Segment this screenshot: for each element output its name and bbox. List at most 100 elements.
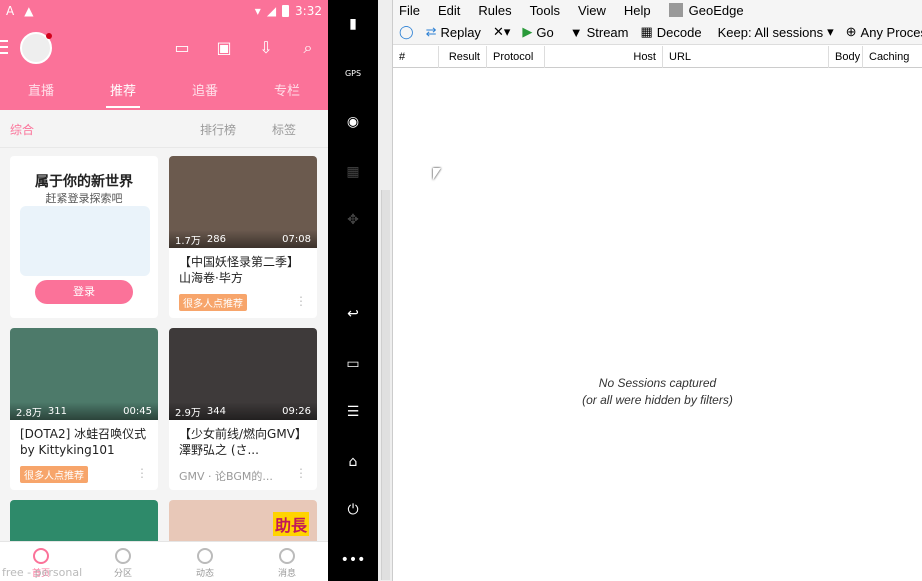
video-card[interactable]: 2.8万 311 00:45 [DOTA2] 冰蛙召唤仪式by Kittykin… (10, 328, 158, 490)
android-emulator-screen: A ▲ ▾ ◢ 3:32 ▭ ▣ ⇩ ⌕ 直播 推荐 追番 专栏 综合 排行榜 … (0, 0, 328, 581)
status-time: 3:32 (295, 4, 322, 18)
column-body[interactable]: Body (829, 46, 863, 68)
column-number[interactable]: # (393, 46, 439, 68)
video-title: 【中国妖怪录第二季】山海卷·毕方 (179, 255, 300, 285)
ranking-link[interactable]: 排行榜 (200, 121, 236, 138)
video-card[interactable]: 2.9万 344 09:26 【少女前线/燃向GMV】澤野弘之 (さ... GM… (169, 328, 317, 490)
home-icon[interactable]: ⌂ (338, 450, 368, 474)
column-protocol[interactable]: Protocol (487, 46, 545, 68)
geoedge-label: GeoEdge (688, 2, 744, 18)
promo-title: 属于你的新世界 (35, 174, 133, 190)
remove-button[interactable]: ✕▾ (487, 24, 516, 40)
nav-categories-label: 分区 (113, 569, 132, 579)
geoedge-icon (668, 3, 683, 17)
nav-dynamics-label: 动态 (195, 569, 214, 579)
battery-icon (282, 5, 290, 17)
decode-icon: ▦ (640, 24, 653, 39)
play-icon: ▶ (522, 24, 533, 39)
menu-geoedge[interactable]: GeoEdge (668, 2, 744, 18)
promo-subtitle: 赶紧登录探索吧 (45, 192, 123, 205)
danmaku-count: 286 (206, 233, 226, 245)
camera-icon[interactable]: ◉ (338, 110, 368, 134)
column-url[interactable]: URL (663, 46, 829, 68)
column-result[interactable]: Result (439, 46, 487, 68)
back-icon[interactable]: ↩ (338, 302, 368, 326)
tab-bangumi[interactable]: 追番 (164, 74, 246, 110)
game-center-icon[interactable]: ▭ (172, 38, 192, 58)
login-button[interactable]: 登录 (35, 280, 133, 304)
filter-general[interactable]: 综合 (10, 121, 34, 138)
tags-link[interactable]: 标签 (272, 121, 296, 138)
column-host[interactable]: Host (545, 46, 663, 68)
search-icon[interactable]: ⌕ (298, 38, 318, 58)
danmaku-count: 344 (206, 405, 226, 417)
thumbnail-overlay-text: 助長 (272, 512, 309, 536)
home-icon (33, 548, 49, 564)
menu-rules[interactable]: Rules (478, 3, 511, 18)
fiddler-window: File Edit Rules Tools View Help GeoEdge … (393, 0, 922, 581)
nav-messages-label: 消息 (277, 569, 296, 579)
menu-view[interactable]: View (578, 3, 606, 18)
splitter-scrollbar[interactable] (378, 0, 393, 581)
go-button[interactable]: ▶ Go (516, 24, 559, 40)
login-promo-card: 属于你的新世界 赶紧登录探索吧 登录 (10, 156, 158, 318)
keep-sessions-label: Keep: All sessions (717, 24, 824, 40)
empty-line-2: (or all were hidden by filters) (582, 393, 733, 407)
menu-bar: File Edit Rules Tools View Help GeoEdge (393, 0, 922, 20)
video-source: GMV · 论BGM的... (179, 470, 273, 483)
empty-line-1: No Sessions captured (598, 376, 717, 390)
replay-label: Replay (440, 24, 481, 40)
replay-icon: ⇄ (425, 24, 437, 39)
more-icon[interactable]: ⋮ (295, 294, 307, 308)
menu-file[interactable]: File (399, 3, 420, 18)
decode-button[interactable]: ▦ Decode (634, 24, 707, 40)
menu-icon[interactable] (0, 40, 8, 54)
status-bar: A ▲ ▾ ◢ 3:32 (0, 0, 328, 24)
recommend-tag: 很多人点推荐 (179, 294, 247, 311)
more-icon[interactable]: ⋮ (136, 466, 148, 480)
comment-icon: ◯ (399, 24, 414, 39)
video-card[interactable]: 1.7万 286 07:08 【中国妖怪录第二季】山海卷·毕方 很多人点推荐 ⋮ (169, 156, 317, 318)
keep-sessions-dropdown[interactable]: Keep: All sessions ▾ (712, 24, 840, 40)
power-icon[interactable]: ⏻ (338, 498, 368, 522)
tab-recommend[interactable]: 推荐 (82, 74, 164, 110)
gamepad-icon[interactable]: ▣ (214, 38, 234, 58)
video-title: 【少女前线/燃向GMV】澤野弘之 (さ... (179, 427, 307, 457)
filter-bar: 综合 排行榜 标签 (0, 110, 328, 148)
go-label: Go (536, 24, 554, 40)
nav-categories[interactable]: 分区 (82, 542, 164, 581)
any-process-label: Any Process (860, 24, 922, 40)
replay-button[interactable]: ⇄ Replay (420, 24, 487, 40)
stream-button[interactable]: ▼ Stream (564, 25, 635, 40)
signal-icon: ◢ (266, 4, 277, 18)
download-icon[interactable]: ⇩ (256, 38, 276, 58)
menu-icon[interactable]: ☰ (338, 400, 368, 424)
remove-icon: ✕▾ (492, 24, 511, 39)
more-icon[interactable]: ⋮ (295, 466, 307, 480)
view-count: 1.7万 (175, 235, 201, 247)
column-caching[interactable]: Caching (863, 46, 922, 68)
mascot-illustration (20, 206, 150, 276)
battery-icon[interactable]: ▮ (338, 12, 368, 36)
danmaku-count: 311 (47, 405, 67, 417)
more-icon[interactable]: ••• (338, 548, 368, 572)
scrollbar-thumb[interactable] (381, 190, 390, 580)
any-process-button[interactable]: ⊕Any Process (840, 24, 922, 40)
messages-icon (279, 548, 295, 564)
menu-help[interactable]: Help (624, 3, 651, 18)
comment-button[interactable]: ◯ (393, 24, 420, 40)
tab-column[interactable]: 专栏 (246, 74, 328, 110)
stream-label: Stream (586, 24, 629, 40)
watermark: free - personal (2, 566, 83, 579)
menu-edit[interactable]: Edit (438, 3, 460, 18)
gps-icon[interactable]: GPS (338, 62, 368, 86)
nav-messages[interactable]: 消息 (246, 542, 328, 581)
categories-icon (115, 548, 131, 564)
tab-live[interactable]: 直播 (0, 74, 82, 110)
notification-icon: A (6, 4, 15, 18)
nav-dynamics[interactable]: 动态 (164, 542, 246, 581)
chevron-down-icon: ▾ (827, 24, 834, 39)
menu-tools[interactable]: Tools (530, 3, 560, 18)
recents-icon[interactable]: ▭ (338, 352, 368, 376)
avatar[interactable] (20, 32, 52, 64)
